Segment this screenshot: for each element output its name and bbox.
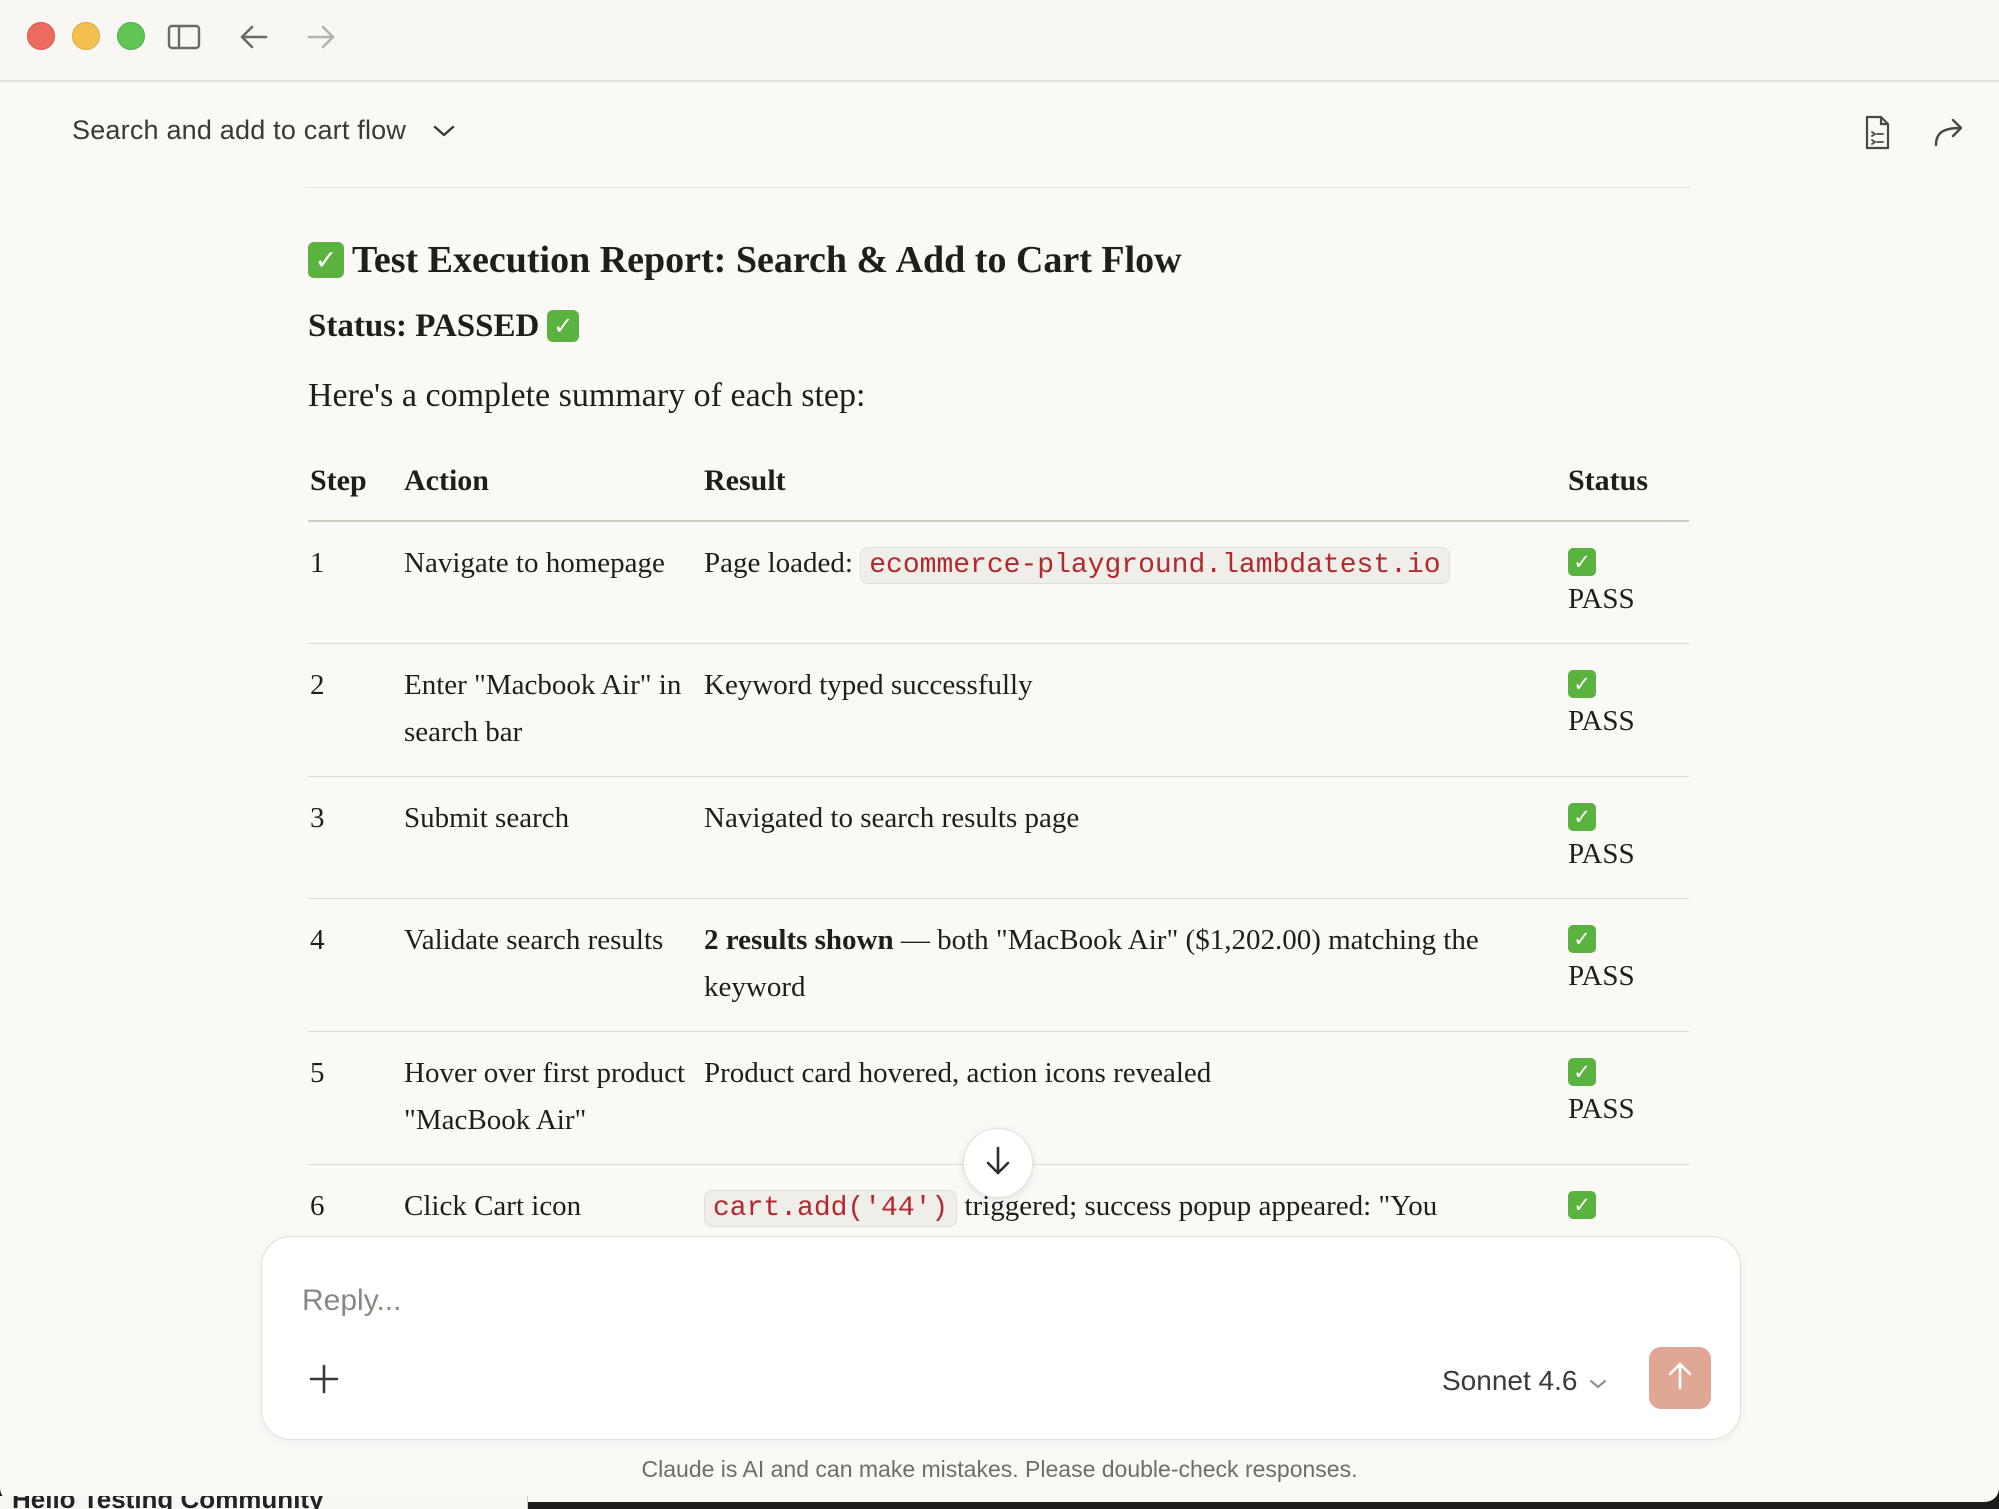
result-text: Navigated to search results page bbox=[704, 776, 1568, 899]
reply-input[interactable] bbox=[302, 1277, 1602, 1325]
background-window[interactable]: Hello Testing Community bbox=[0, 1496, 528, 1509]
status-text: PASS bbox=[1568, 838, 1635, 870]
result-text: Product card hovered, action icons revea… bbox=[704, 1031, 1568, 1165]
action-text: Enter "Macbook Air" in search bar bbox=[404, 643, 704, 777]
step-number: 4 bbox=[308, 898, 404, 1032]
arrow-down-icon bbox=[985, 1145, 1011, 1182]
forward-arrow-icon[interactable] bbox=[303, 20, 339, 54]
result-text: Page loaded: ecommerce-playground.lambda… bbox=[704, 521, 1568, 644]
sidebar-toggle-icon[interactable] bbox=[166, 20, 202, 54]
action-text: Click Cart icon bbox=[404, 1164, 704, 1236]
model-selector[interactable]: Sonnet 4.6 bbox=[1442, 1359, 1607, 1403]
disclaimer-text: Claude is AI and can make mistakes. Plea… bbox=[641, 1456, 1358, 1482]
column-header-action: Action bbox=[404, 446, 704, 522]
table-header-row: Step Action Result Status bbox=[308, 446, 1689, 522]
step-number: 6 bbox=[308, 1164, 404, 1236]
action-text: Navigate to homepage bbox=[404, 521, 704, 644]
conversation-title-menu[interactable]: Search and add to cart flow bbox=[72, 110, 456, 150]
report-heading: ✓ Test Execution Report: Search & Add to… bbox=[308, 230, 1694, 290]
message-scroll-area[interactable]: ✓ Test Execution Report: Search & Add to… bbox=[0, 188, 1999, 1236]
share-icon[interactable] bbox=[1929, 112, 1969, 154]
document-icon[interactable] bbox=[1857, 112, 1897, 154]
result-text: cart.add('44') triggered; success popup … bbox=[704, 1164, 1568, 1236]
table-row: 4 Validate search results 2 results show… bbox=[308, 898, 1689, 1032]
step-number: 1 bbox=[308, 521, 404, 644]
model-name: Sonnet 4.6 bbox=[1442, 1365, 1578, 1396]
send-button[interactable] bbox=[1649, 1347, 1711, 1409]
status-text: PASS bbox=[1568, 960, 1635, 992]
code-snippet: ecommerce-playground.lambdatest.io bbox=[860, 547, 1450, 584]
chevron-down-icon bbox=[1589, 1365, 1607, 1397]
column-header-result: Result bbox=[704, 446, 1568, 522]
checkmark-icon: ✓ bbox=[1568, 803, 1596, 831]
add-attachment-button[interactable] bbox=[302, 1359, 346, 1403]
background-window-title: Hello Testing Community bbox=[12, 1496, 324, 1509]
action-text: Hover over first product "MacBook Air" bbox=[404, 1031, 704, 1165]
title-bar bbox=[0, 0, 1999, 82]
step-number: 5 bbox=[308, 1031, 404, 1165]
app-window: Search and add to cart flow ✓ Test Execu… bbox=[0, 0, 1999, 1502]
status-text: PASS bbox=[1568, 583, 1635, 615]
status-text: PASS bbox=[1568, 705, 1635, 737]
step-number: 3 bbox=[308, 776, 404, 899]
plus-icon bbox=[309, 1364, 339, 1399]
result-text: 2 results shown — both "MacBook Air" ($1… bbox=[704, 898, 1568, 1032]
checkmark-icon: ✓ bbox=[1568, 1058, 1596, 1086]
code-snippet: cart.add('44') bbox=[704, 1190, 958, 1227]
checkmark-icon: ✓ bbox=[1568, 925, 1596, 953]
table-row: 1 Navigate to homepage Page loaded: ecom… bbox=[308, 521, 1689, 644]
step-number: 2 bbox=[308, 643, 404, 777]
column-header-status: Status bbox=[1568, 446, 1689, 522]
checkmark-icon: ✓ bbox=[1568, 548, 1596, 576]
checkmark-icon: ✓ bbox=[308, 242, 344, 278]
scroll-to-bottom-button[interactable] bbox=[963, 1128, 1033, 1198]
chevron-down-icon bbox=[432, 115, 456, 146]
assistant-message: ✓ Test Execution Report: Search & Add to… bbox=[308, 230, 1694, 1236]
checkmark-icon: ✓ bbox=[1568, 1191, 1596, 1219]
report-status: Status: PASSED ✓ bbox=[308, 298, 1694, 354]
column-header-step: Step bbox=[308, 446, 404, 522]
results-table: Step Action Result Status 1 Navigate to … bbox=[308, 446, 1689, 1236]
checkmark-icon: ✓ bbox=[547, 310, 580, 342]
action-text: Submit search bbox=[404, 776, 704, 899]
table-row: 2 Enter "Macbook Air" in search bar Keyw… bbox=[308, 643, 1689, 777]
conversation-title: Search and add to cart flow bbox=[72, 114, 407, 145]
arrow-up-icon bbox=[1667, 1361, 1693, 1396]
checkmark-icon: ✓ bbox=[1568, 670, 1596, 698]
close-window-button[interactable] bbox=[27, 22, 55, 50]
report-intro: Here's a complete summary of each step: bbox=[308, 377, 866, 414]
table-row: 3 Submit search Navigated to search resu… bbox=[308, 776, 1689, 899]
minimize-window-button[interactable] bbox=[72, 22, 100, 50]
result-text: Keyword typed successfully bbox=[704, 643, 1568, 777]
maximize-window-button[interactable] bbox=[117, 22, 145, 50]
back-arrow-icon[interactable] bbox=[236, 20, 272, 54]
action-text: Validate search results bbox=[404, 898, 704, 1032]
reply-composer: Sonnet 4.6 bbox=[261, 1236, 1741, 1440]
status-text: PASS bbox=[1568, 1093, 1635, 1125]
